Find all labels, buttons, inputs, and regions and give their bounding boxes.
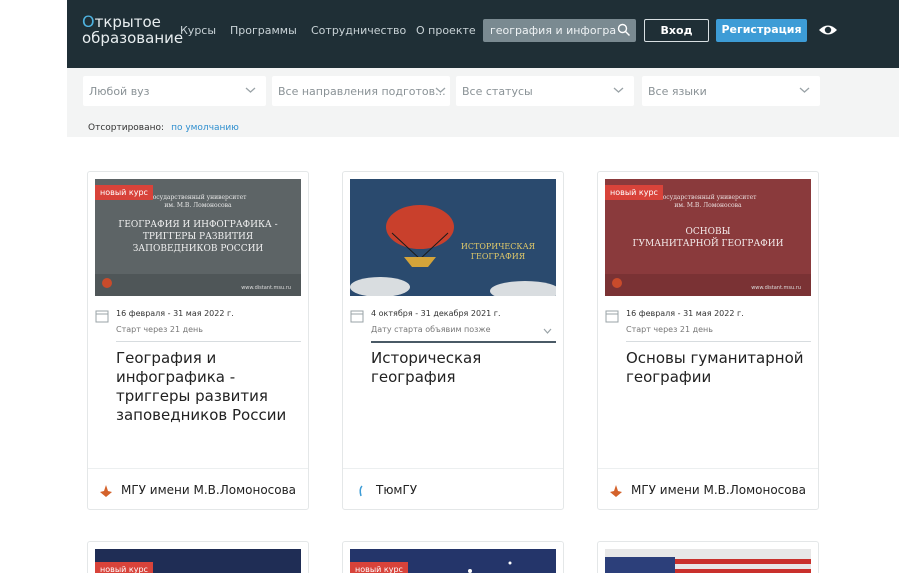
login-button[interactable]: Вход bbox=[644, 19, 709, 42]
course-card[interactable] bbox=[597, 541, 819, 573]
course-start: Старт через 21 день bbox=[116, 325, 203, 334]
svg-text:ЗАПОВЕДНИКОВ РОССИИ: ЗАПОВЕДНИКОВ РОССИИ bbox=[133, 244, 264, 254]
direction-select-value: Все направления подготов... bbox=[278, 85, 446, 98]
course-card[interactable]: новый курс bbox=[87, 541, 309, 573]
svg-text:ГЕОГРАФИЯ: ГЕОГРАФИЯ bbox=[471, 252, 526, 261]
course-thumbnail[interactable]: новый курс bbox=[350, 549, 556, 573]
course-thumbnail[interactable]: государственный университет им. М.В. Лом… bbox=[95, 179, 301, 296]
divider bbox=[371, 341, 556, 343]
course-card[interactable]: ИСТОРИЧЕСКАЯ ГЕОГРАФИЯ 4 октября - 31 де… bbox=[342, 171, 564, 510]
university-select[interactable]: Любой вуз bbox=[83, 76, 266, 106]
svg-text:им. М.В. Ломоносова: им. М.В. Ломоносова bbox=[674, 202, 742, 209]
svg-text:государственный университет: государственный университет bbox=[150, 194, 248, 201]
direction-select[interactable]: Все направления подготов... bbox=[272, 76, 450, 106]
nav-about[interactable]: О проекте bbox=[416, 24, 476, 37]
course-footer: МГУ имени М.В.Ломоносова bbox=[88, 468, 308, 510]
university-name[interactable]: МГУ имени М.В.Ломоносова bbox=[121, 483, 296, 497]
new-course-badge: новый курс bbox=[95, 185, 153, 200]
nav-cooperation[interactable]: Сотрудничество bbox=[311, 24, 406, 37]
search-value: география и инфогра bbox=[490, 24, 617, 37]
top-header: Открытое образование Курсы Программы Сот… bbox=[67, 0, 899, 68]
course-dates: 16 февраля - 31 мая 2022 г. bbox=[626, 309, 744, 318]
nav-courses[interactable]: Курсы bbox=[180, 24, 216, 37]
course-start[interactable]: Дату старта объявим позже bbox=[371, 325, 491, 334]
course-thumbnail[interactable]: новый курс bbox=[95, 549, 301, 573]
thumbnail-image: ИСТОРИЧЕСКАЯ ГЕОГРАФИЯ bbox=[350, 179, 556, 296]
course-dates: 4 октября - 31 декабря 2021 г. bbox=[371, 309, 501, 318]
new-course-badge: новый курс bbox=[605, 185, 663, 200]
status-select[interactable]: Все статусы bbox=[456, 76, 634, 106]
svg-text:www.distant.msu.ru: www.distant.msu.ru bbox=[751, 285, 801, 291]
eye-icon[interactable] bbox=[818, 21, 838, 39]
course-start: Старт через 21 день bbox=[626, 325, 713, 334]
msu-logo-icon bbox=[100, 485, 112, 497]
course-dates: 16 февраля - 31 мая 2022 г. bbox=[116, 309, 234, 318]
university-name[interactable]: МГУ имени М.В.Ломоносова bbox=[631, 483, 806, 497]
calendar-icon bbox=[95, 310, 109, 323]
svg-text:ОСНОВЫ: ОСНОВЫ bbox=[686, 227, 731, 237]
course-thumbnail[interactable] bbox=[605, 549, 811, 573]
thumbnail-image bbox=[605, 549, 811, 573]
language-select[interactable]: Все языки bbox=[642, 76, 820, 106]
calendar-icon bbox=[350, 310, 364, 323]
chevron-down-icon bbox=[613, 87, 624, 93]
course-footer: ТюмГУ bbox=[343, 468, 563, 510]
course-thumbnail[interactable]: государственный университет им. М.В. Лом… bbox=[605, 179, 811, 296]
university-select-value: Любой вуз bbox=[89, 85, 150, 98]
university-name[interactable]: ТюмГУ bbox=[376, 483, 417, 497]
svg-text:www.distant.msu.ru: www.distant.msu.ru bbox=[241, 285, 291, 291]
course-title[interactable]: Основы гуманитарной географии bbox=[626, 349, 816, 387]
svg-text:им. М.В. Ломоносова: им. М.В. Ломоносова bbox=[164, 202, 232, 209]
sort-row: Отсортировано: по умолчанию bbox=[88, 123, 239, 133]
sort-label: Отсортировано: bbox=[88, 123, 165, 133]
course-card[interactable]: государственный университет им. М.В. Лом… bbox=[87, 171, 309, 510]
search-icon[interactable] bbox=[617, 23, 631, 37]
course-title[interactable]: География и инфографика - триггеры разви… bbox=[116, 349, 306, 425]
sort-value-link[interactable]: по умолчанию bbox=[171, 123, 239, 133]
svg-text:ГУМАНИТАРНОЙ ГЕОГРАФИИ: ГУМАНИТАРНОЙ ГЕОГРАФИИ bbox=[633, 237, 784, 249]
chevron-down-icon bbox=[245, 87, 256, 93]
nav-programs[interactable]: Программы bbox=[230, 24, 297, 37]
new-course-badge: новый курс bbox=[350, 562, 408, 573]
search-input[interactable]: география и инфогра bbox=[483, 19, 636, 42]
svg-text:ИСТОРИЧЕСКАЯ: ИСТОРИЧЕСКАЯ bbox=[461, 242, 536, 251]
svg-text:государственный университет: государственный университет bbox=[660, 194, 758, 201]
course-footer: МГУ имени М.В.Ломоносова bbox=[598, 468, 818, 510]
tyumgu-logo-icon bbox=[359, 485, 363, 497]
msu-logo-icon bbox=[610, 485, 622, 497]
language-select-value: Все языки bbox=[648, 85, 707, 98]
chevron-down-icon bbox=[799, 87, 810, 93]
chevron-down-icon[interactable] bbox=[543, 328, 552, 334]
course-title[interactable]: Историческая география bbox=[371, 349, 561, 387]
site-logo[interactable]: Открытое образование bbox=[82, 14, 184, 47]
filter-bar: Любой вуз Все направления подготов... Вс… bbox=[67, 68, 899, 137]
svg-text:ГЕОГРАФИЯ И ИНФОГРАФИКА -: ГЕОГРАФИЯ И ИНФОГРАФИКА - bbox=[118, 220, 277, 230]
divider bbox=[116, 341, 301, 342]
svg-text:ТРИГГЕРЫ РАЗВИТИЯ: ТРИГГЕРЫ РАЗВИТИЯ bbox=[143, 232, 253, 242]
course-card[interactable]: новый курс bbox=[342, 541, 564, 573]
course-thumbnail[interactable]: ИСТОРИЧЕСКАЯ ГЕОГРАФИЯ bbox=[350, 179, 556, 296]
divider bbox=[626, 341, 811, 342]
new-course-badge: новый курс bbox=[95, 562, 153, 573]
logo-line2: образование bbox=[82, 29, 184, 47]
status-select-value: Все статусы bbox=[462, 85, 533, 98]
chevron-down-icon bbox=[435, 87, 446, 93]
course-card[interactable]: государственный университет им. М.В. Лом… bbox=[597, 171, 819, 510]
calendar-icon bbox=[605, 310, 619, 323]
register-button[interactable]: Регистрация bbox=[716, 19, 807, 42]
